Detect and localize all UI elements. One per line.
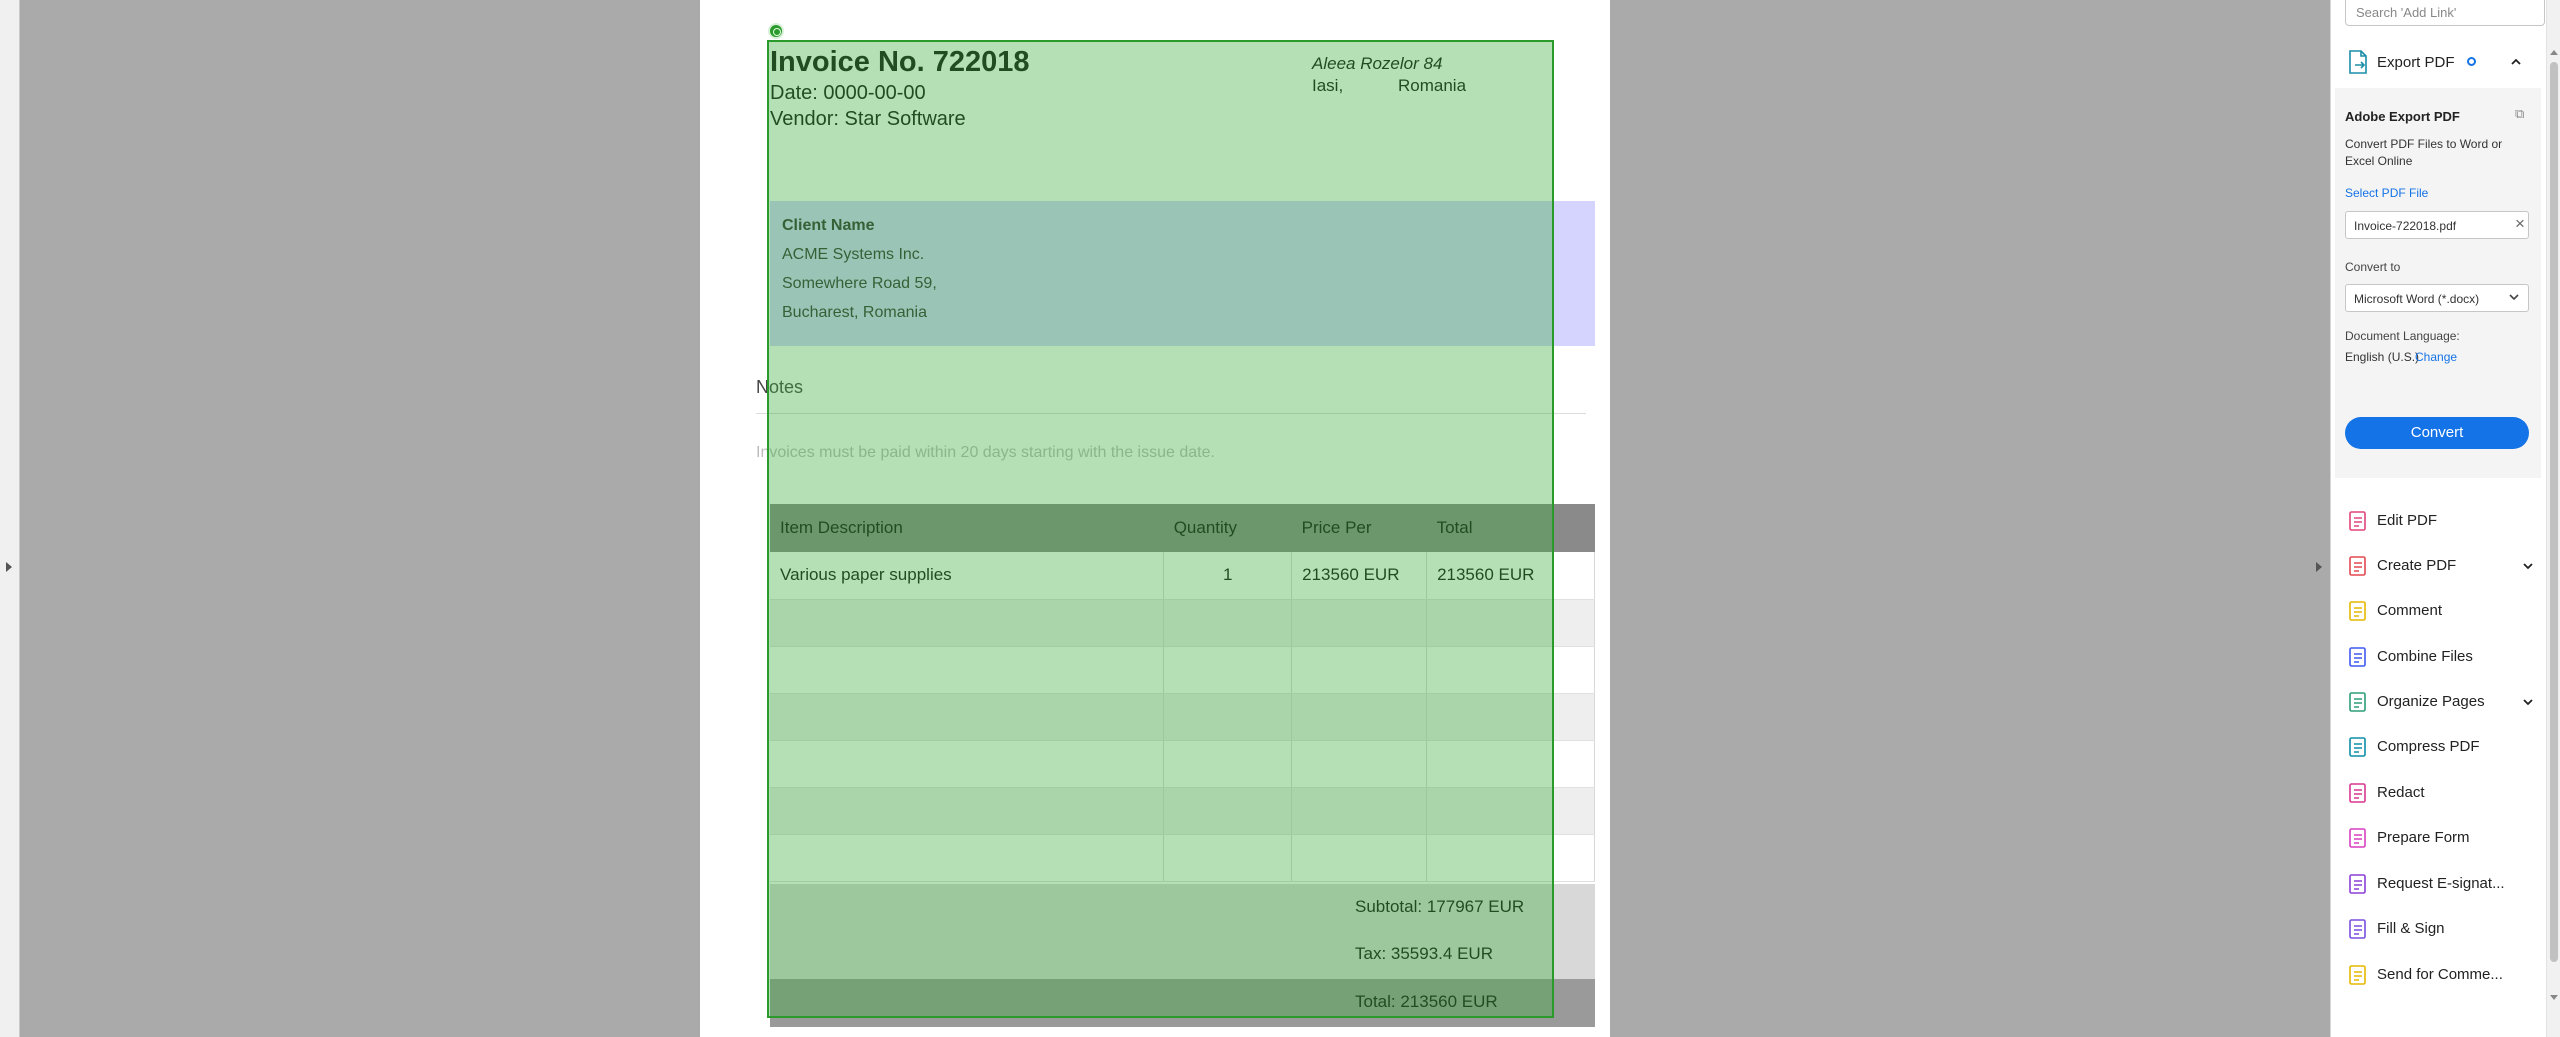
tool-label[interactable]: Prepare Form [2377, 829, 2470, 846]
export-pdf-icon [2349, 50, 2367, 74]
tool-label[interactable]: Edit PDF [2377, 512, 2437, 529]
scroll-up-icon[interactable] [2550, 50, 2558, 55]
tool-label[interactable]: Create PDF [2377, 557, 2456, 574]
selection-handle-icon[interactable] [768, 23, 784, 39]
tool-label[interactable]: Organize Pages [2377, 693, 2485, 710]
tool-label[interactable]: Comment [2377, 602, 2442, 619]
expand-left-arrow-icon[interactable] [6, 562, 12, 572]
convert-to-label: Convert to [2345, 260, 2401, 274]
send-comment-icon [2349, 965, 2366, 985]
document-language-label: Document Language: [2345, 329, 2460, 343]
convert-button[interactable]: Convert [2345, 417, 2529, 449]
export-card-description: Convert PDF Files to Word or Excel Onlin… [2345, 137, 2503, 168]
tool-item[interactable]: Fill & Sign [2345, 916, 2541, 944]
tool-item[interactable]: Organize Pages [2345, 689, 2541, 717]
tool-item[interactable]: Comment [2345, 598, 2541, 626]
panel-scrollbar[interactable] [2546, 0, 2560, 1037]
change-language-link[interactable]: Change [2415, 350, 2457, 364]
chevron-up-icon[interactable] [2509, 55, 2523, 69]
tool-item[interactable]: Send for Comme... [2345, 962, 2541, 990]
export-pdf-label[interactable]: Export PDF [2377, 54, 2455, 71]
document-language-value: English (U.S.) [2345, 350, 2420, 364]
tool-item[interactable]: Redact [2345, 780, 2541, 808]
tool-label[interactable]: Send for Comme... [2377, 966, 2503, 983]
collapse-panel-arrow-icon[interactable] [2316, 562, 2322, 572]
redact-icon [2349, 783, 2366, 803]
selected-file-field[interactable]: Invoice-722018.pdf [2345, 211, 2529, 239]
tools-panel: Search 'Add Link' Export PDF Adobe Expor… [2330, 0, 2546, 1037]
tool-label[interactable]: Combine Files [2377, 648, 2473, 665]
tool-label[interactable]: Redact [2377, 784, 2425, 801]
comment-icon [2349, 601, 2366, 621]
edit-pdf-icon [2349, 511, 2366, 531]
organize-pages-icon [2349, 692, 2366, 712]
right-panel-collapse-strip[interactable] [2290, 0, 2330, 1037]
compress-pdf-icon [2349, 737, 2366, 757]
copy-link-icon[interactable]: ⧉ [2515, 106, 2524, 122]
scroll-down-icon[interactable] [2550, 995, 2558, 1000]
left-nav-collapse-strip[interactable] [0, 0, 20, 1037]
tool-item[interactable]: Request E-signat... [2345, 871, 2541, 899]
fill-sign-icon [2349, 919, 2366, 939]
create-pdf-icon [2349, 556, 2366, 576]
prepare-form-icon [2349, 828, 2366, 848]
tool-item[interactable]: Compress PDF [2345, 734, 2541, 762]
combine-files-icon [2349, 647, 2366, 667]
chevron-down-icon[interactable] [2521, 559, 2535, 573]
tool-item[interactable]: Edit PDF [2345, 508, 2541, 536]
tool-item[interactable]: Create PDF [2345, 553, 2541, 581]
tool-label[interactable]: Compress PDF [2377, 738, 2480, 755]
new-badge-icon [2467, 57, 2476, 66]
tool-label[interactable]: Fill & Sign [2377, 920, 2445, 937]
scrollbar-thumb[interactable] [2550, 62, 2558, 962]
search-input[interactable]: Search 'Add Link' [2345, 0, 2545, 26]
chevron-down-icon[interactable] [2507, 290, 2521, 304]
tool-item[interactable]: Prepare Form [2345, 825, 2541, 853]
chevron-down-icon[interactable] [2521, 695, 2535, 709]
export-card-title: Adobe Export PDF [2345, 109, 2460, 124]
select-pdf-file-link[interactable]: Select PDF File [2345, 186, 2428, 200]
clear-file-icon[interactable]: × [2515, 214, 2525, 234]
tool-item[interactable]: Combine Files [2345, 644, 2541, 672]
request-esign-icon [2349, 874, 2366, 894]
tool-label[interactable]: Request E-signat... [2377, 875, 2505, 892]
selection-region[interactable] [767, 40, 1554, 1018]
format-select[interactable]: Microsoft Word (*.docx) [2345, 284, 2529, 312]
